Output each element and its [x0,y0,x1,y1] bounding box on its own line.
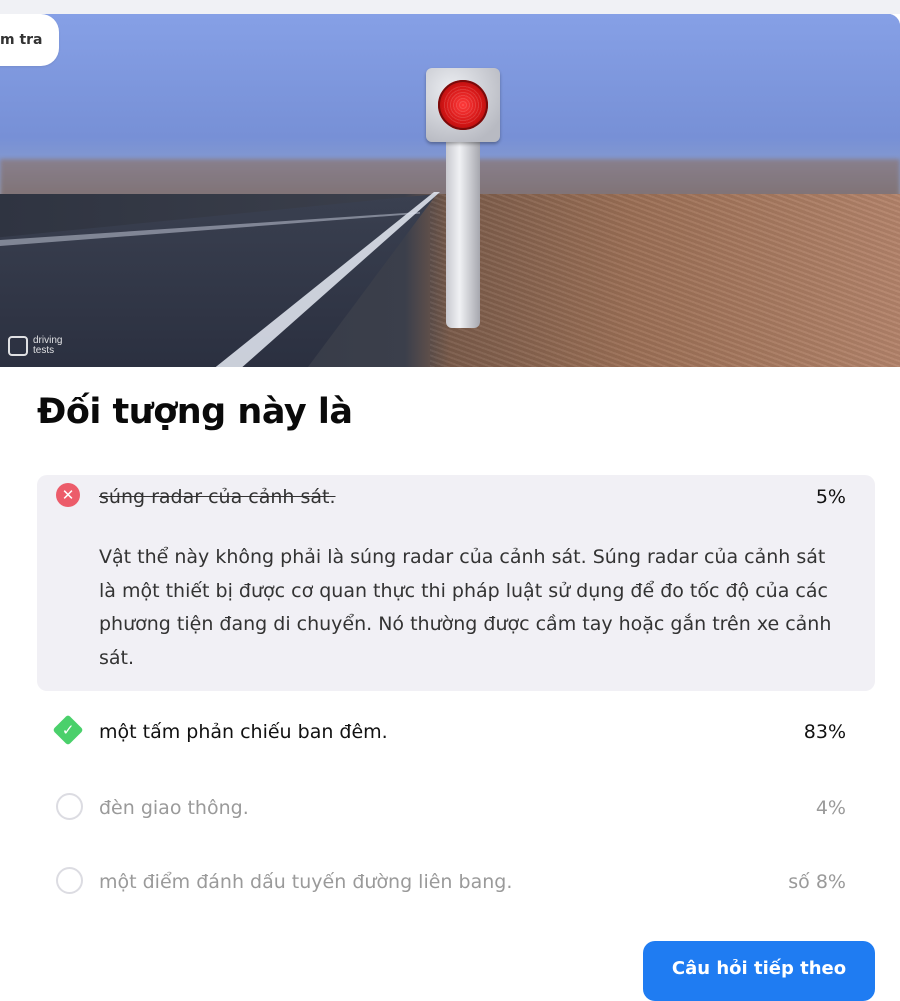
answer-label: một điểm đánh dấu tuyến đường liên bang. [99,871,513,893]
answer-explanation: Vật thể này không phải là súng radar của… [99,546,832,669]
answer-option-1[interactable]: ✕ súng radar của cảnh sát. 5% Vật thể nà… [37,475,875,691]
answer-percent: 83% [803,721,846,743]
driving-tests-icon [8,336,28,356]
answer-option-3[interactable]: đèn giao thông. 4% [37,786,875,836]
answer-label: đèn giao thông. [99,797,249,819]
answer-percent: 5% [815,486,846,508]
red-reflector [438,80,488,130]
watermark-logo: driving tests [8,336,62,356]
reflector-post [446,142,480,328]
top-strip [0,0,900,14]
answer-label: súng radar của cảnh sát. [99,486,336,508]
wrong-x-icon: ✕ [56,483,80,507]
correct-check-icon: ✓ [52,714,84,746]
answer-option-4[interactable]: một điểm đánh dấu tuyến đường liên bang.… [37,860,875,910]
answer-percent: 4% [815,797,846,819]
radio-circle-icon [56,793,83,820]
answer-label: một tấm phản chiếu ban đêm. [99,721,388,743]
back-to-test-button[interactable]: m tra [0,14,59,66]
answer-percent: số 8% [788,871,846,893]
radio-circle-icon [56,867,83,894]
question-image: driving tests [0,14,900,367]
question-title: Đối tượng này là [37,392,353,432]
next-question-button[interactable]: Câu hỏi tiếp theo [643,941,875,1001]
answer-option-2[interactable]: ✓ một tấm phản chiếu ban đêm. 83% [37,710,875,760]
